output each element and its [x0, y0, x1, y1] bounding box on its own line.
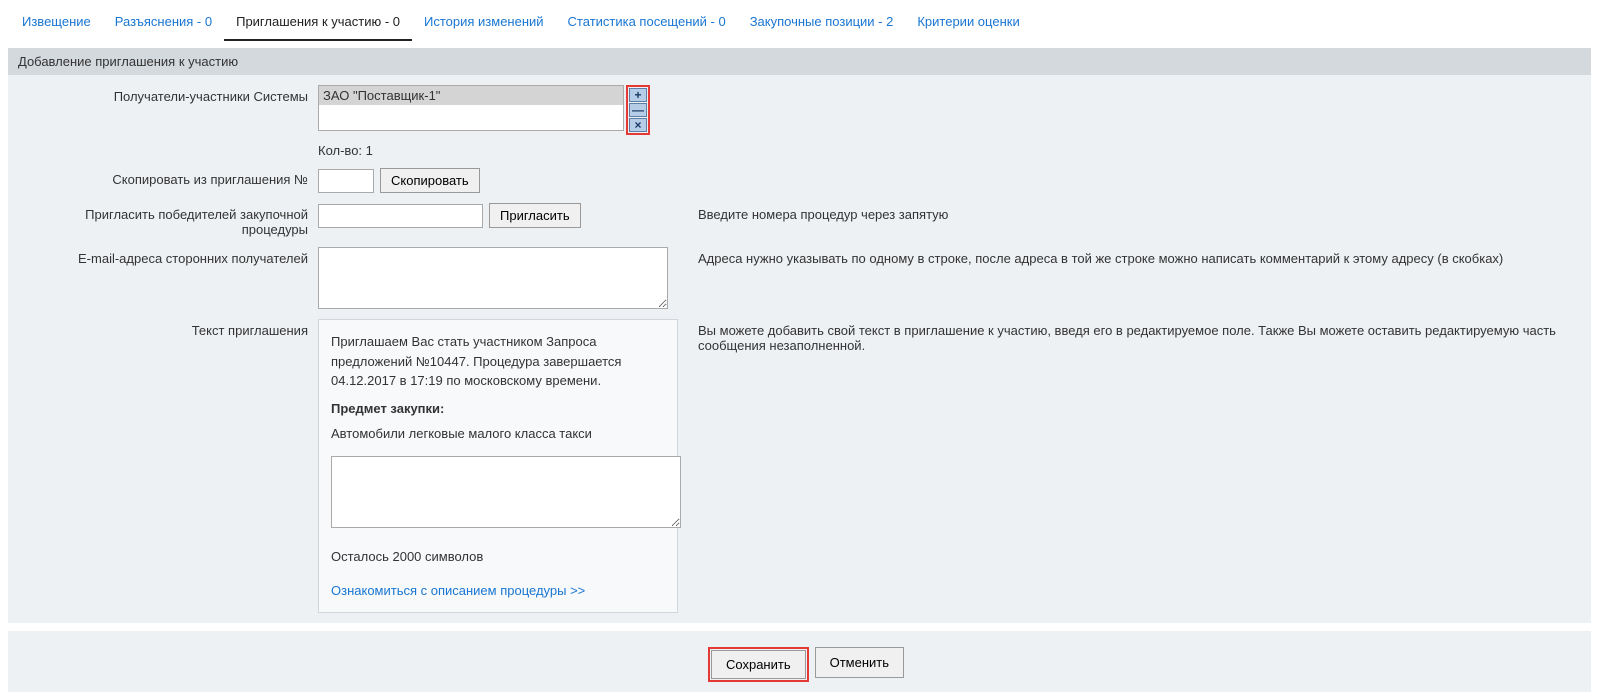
copy-from-input[interactable]: [318, 169, 374, 193]
invitation-subject-label: Предмет закупки:: [331, 399, 665, 419]
chars-remaining: Осталось 2000 символов: [331, 547, 665, 567]
form-area: Получатели-участники Системы ЗАО "Постав…: [8, 75, 1591, 623]
tab-history[interactable]: История изменений: [412, 8, 556, 41]
action-row: Сохранить Отменить: [8, 631, 1591, 692]
tab-positions[interactable]: Закупочные позиции - 2: [738, 8, 906, 41]
hint-email-format: Адреса нужно указывать по одному в строк…: [678, 247, 1581, 266]
invitation-preview: Приглашаем Вас стать участником Запроса …: [318, 319, 678, 613]
recipients-listbox[interactable]: ЗАО "Поставщик-1": [318, 85, 624, 131]
recipients-count: Кол-во: 1: [318, 143, 678, 158]
tab-stats[interactable]: Статистика посещений - 0: [556, 8, 738, 41]
tabs: Извещение Разъяснения - 0 Приглашения к …: [0, 0, 1599, 42]
procedure-description-link[interactable]: Ознакомиться с описанием процедуры >>: [331, 581, 585, 601]
tab-notice[interactable]: Извещение: [10, 8, 103, 41]
save-button-highlight: Сохранить: [708, 647, 809, 682]
label-invitation-text: Текст приглашения: [18, 319, 318, 338]
invite-winners-input[interactable]: [318, 204, 483, 228]
invitation-body: Приглашаем Вас стать участником Запроса …: [331, 332, 665, 391]
hint-procedure-numbers: Введите номера процедур через запятую: [678, 203, 1581, 222]
tab-clarifications[interactable]: Разъяснения - 0: [103, 8, 224, 41]
invitation-subject-value: Автомобили легковые малого класса такси: [331, 424, 665, 444]
label-recipients: Получатели-участники Системы: [18, 85, 318, 104]
plus-icon[interactable]: +: [629, 88, 647, 102]
minus-icon[interactable]: —: [629, 103, 647, 117]
recipient-buttons: + — ×: [626, 85, 650, 135]
email-recipients-textarea[interactable]: [318, 247, 668, 309]
label-invite-winners: Пригласить победителей закупочной процед…: [18, 203, 318, 237]
cancel-button[interactable]: Отменить: [815, 647, 904, 678]
hint-invitation-text: Вы можете добавить свой текст в приглаше…: [678, 319, 1581, 353]
tab-invitations[interactable]: Приглашения к участию - 0: [224, 8, 412, 41]
invitation-textarea[interactable]: [331, 456, 681, 528]
close-icon[interactable]: ×: [629, 118, 647, 132]
save-button[interactable]: Сохранить: [711, 650, 806, 679]
tab-criteria[interactable]: Критерии оценки: [905, 8, 1031, 41]
label-email-recipients: E-mail-адреса сторонних получателей: [18, 247, 318, 266]
list-item[interactable]: ЗАО "Поставщик-1": [319, 86, 623, 105]
copy-button[interactable]: Скопировать: [380, 168, 480, 193]
label-copy-from: Скопировать из приглашения №: [18, 168, 318, 187]
invite-button[interactable]: Пригласить: [489, 203, 581, 228]
panel-title: Добавление приглашения к участию: [8, 48, 1591, 75]
